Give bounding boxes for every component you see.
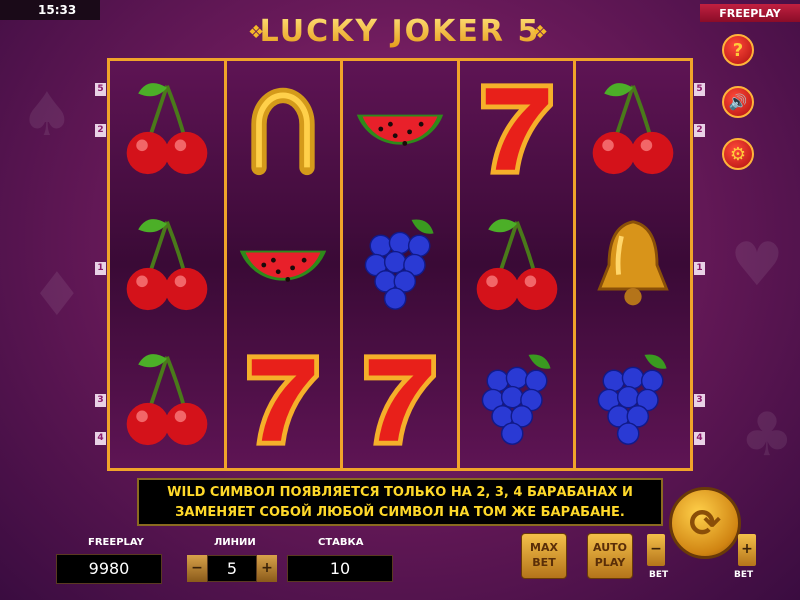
seven-symbol-icon <box>227 332 341 468</box>
reel-1 <box>110 61 227 468</box>
game-title: LUCKY JOKER 5 <box>0 14 800 49</box>
line-marker-right: 1 <box>694 262 705 275</box>
speaker-icon: 🔊 <box>728 93 748 111</box>
auto-play-button[interactable]: AUTO PLAY <box>587 533 633 579</box>
sound-button[interactable]: 🔊 <box>722 86 754 118</box>
max-bet-label-2: BET <box>532 556 556 569</box>
watermelon-symbol-icon <box>343 61 457 197</box>
cherry-symbol-icon <box>110 61 224 197</box>
grapes-symbol-icon <box>343 197 457 333</box>
settings-button[interactable]: ⚙ <box>722 138 754 170</box>
reels-area <box>107 58 693 471</box>
line-marker-left: 2 <box>95 124 106 137</box>
bet-label: СТАВКА <box>318 537 364 548</box>
cherry-symbol-icon <box>110 197 224 333</box>
line-marker-left: 1 <box>95 262 106 275</box>
line-marker-right: 5 <box>694 83 705 96</box>
bet-minus-button[interactable]: − <box>647 534 665 566</box>
line-marker-left: 5 <box>95 83 106 96</box>
auto-play-label-1: AUTO <box>593 541 627 554</box>
max-bet-label-1: MAX <box>530 541 558 554</box>
bet-minus-label: BET <box>649 570 669 580</box>
title-right-ornament: ❖ <box>532 22 549 43</box>
info-line-1: WILD СИМВОЛ ПОЯВЛЯЕТСЯ ТОЛЬКО НА 2, 3, 4… <box>167 485 633 500</box>
bet-plus-button[interactable]: + <box>738 534 756 566</box>
balance-value: 9980 <box>56 554 162 584</box>
seven-symbol-icon <box>460 61 574 197</box>
help-button[interactable]: ? <box>722 34 754 66</box>
lines-label: ЛИНИИ <box>214 537 256 548</box>
grapes-symbol-icon <box>460 332 574 468</box>
reel-3 <box>343 61 460 468</box>
cherry-symbol-icon <box>110 332 224 468</box>
cherry-symbol-icon <box>576 61 690 197</box>
bell-symbol-icon <box>576 197 690 333</box>
gear-icon: ⚙ <box>729 143 747 165</box>
info-line-2: ЗАМЕНЯЕТ СОБОЙ ЛЮБОЙ СИМВОЛ НА ТОМ ЖЕ БА… <box>175 505 625 520</box>
reel-5 <box>576 61 690 468</box>
reel-2 <box>226 61 344 468</box>
bet-value: 10 <box>287 555 393 582</box>
line-marker-left: 3 <box>95 394 106 407</box>
horseshoe-symbol-icon <box>227 61 341 197</box>
question-icon: ? <box>732 39 744 61</box>
spin-arrows-icon: ⟳ <box>689 501 721 545</box>
line-marker-right: 3 <box>694 394 705 407</box>
info-banner: WILD СИМВОЛ ПОЯВЛЯЕТСЯ ТОЛЬКО НА 2, 3, 4… <box>137 478 663 526</box>
bet-plus-label: BET <box>734 570 754 580</box>
line-marker-right: 2 <box>694 124 705 137</box>
spin-button[interactable]: ⟳ <box>669 487 741 559</box>
line-marker-right: 4 <box>694 432 705 445</box>
lines-minus-button[interactable]: − <box>187 555 207 582</box>
seven-symbol-icon <box>343 332 457 468</box>
lines-plus-button[interactable]: + <box>257 555 277 582</box>
lines-value: 5 <box>207 555 257 582</box>
cherry-symbol-icon <box>460 197 574 333</box>
watermelon-symbol-icon <box>227 197 341 333</box>
auto-play-label-2: PLAY <box>594 556 626 569</box>
grapes-symbol-icon <box>576 332 690 468</box>
line-marker-left: 4 <box>95 432 106 445</box>
max-bet-button[interactable]: MAX BET <box>521 533 567 579</box>
balance-label: FREEPLAY <box>88 537 144 548</box>
reel-4 <box>459 61 577 468</box>
